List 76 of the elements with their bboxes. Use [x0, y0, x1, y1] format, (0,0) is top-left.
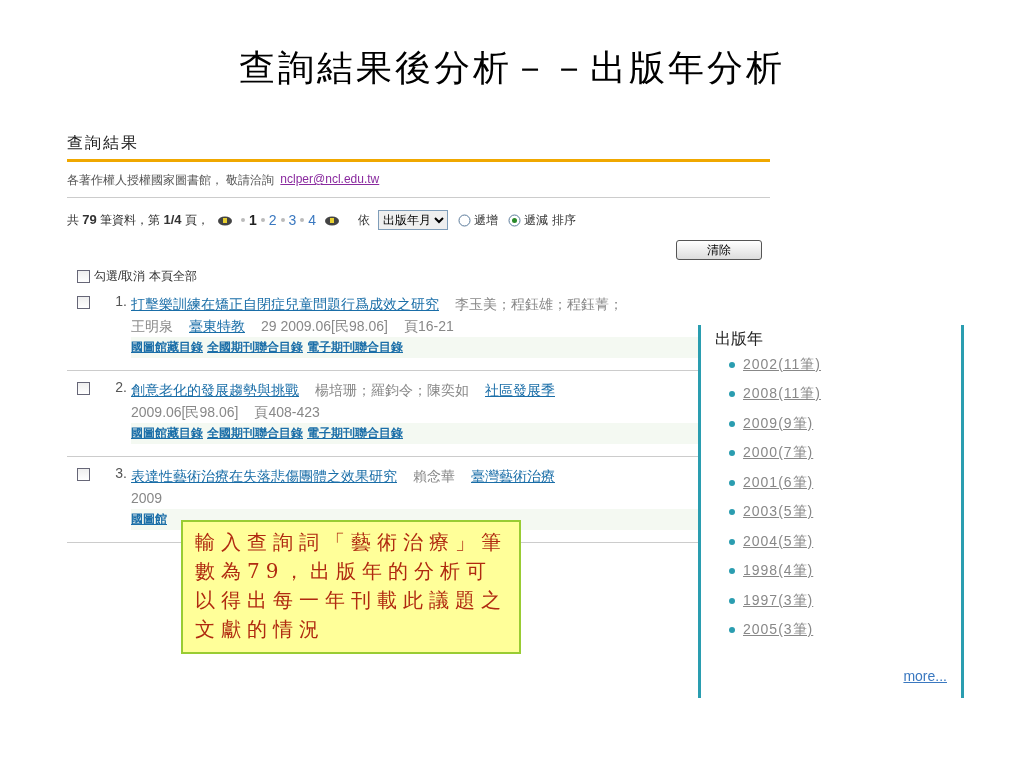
page-link[interactable]: 4: [308, 212, 317, 228]
page-link[interactable]: 1: [248, 212, 257, 228]
result-info: 賴念華: [413, 467, 455, 486]
facet-heading: 出版年: [715, 329, 764, 349]
sort-suffix: 排序: [552, 211, 577, 229]
result-info: 王明泉: [131, 317, 173, 336]
bullet-icon: [729, 361, 735, 368]
result-info: 29 2009.06[民98.06]: [261, 317, 388, 336]
checkbox[interactable]: [77, 296, 90, 309]
result-info: 頁16-21: [403, 317, 454, 336]
result-link[interactable]: 社區發展季: [485, 379, 555, 401]
catalog-link[interactable]: 國圖館藏目錄: [131, 339, 203, 356]
bullet-icon: [729, 391, 735, 398]
result-link[interactable]: 創意老化的發展趨勢與挑戰: [131, 379, 299, 401]
result-number: 1.: [114, 293, 127, 311]
select-all-label: 勾選/取消 本頁全部: [94, 268, 197, 285]
catalog-link[interactable]: 電子期刊聯合目錄: [307, 339, 403, 356]
year-link[interactable]: 2002(11筆): [743, 355, 821, 374]
bullet-icon: [729, 597, 735, 604]
page-link[interactable]: 3: [288, 212, 297, 228]
slide-title: 查詢結果後分析－－出版年分析: [238, 46, 786, 90]
radio-button[interactable]: [458, 213, 472, 227]
more-link[interactable]: more...: [903, 668, 947, 684]
result-link[interactable]: 臺灣藝術治療: [471, 465, 555, 487]
radio-label: 遞減: [524, 211, 549, 229]
dot-icon: [260, 218, 265, 222]
year-link[interactable]: 2004(5筆): [743, 532, 814, 551]
result-info: 楊培珊；羅鈞令；陳奕如: [315, 381, 469, 400]
checkbox[interactable]: [77, 270, 90, 283]
bullet-icon: [729, 450, 735, 457]
checkbox[interactable]: [77, 468, 90, 481]
dot-icon: [280, 218, 285, 222]
results-heading: 查詢結果: [67, 133, 770, 162]
dot-icon: [300, 218, 305, 222]
radio-button[interactable]: [508, 213, 522, 227]
year-link[interactable]: 2005(3筆): [743, 621, 814, 640]
bullet-icon: [729, 568, 735, 575]
page-nav-icon[interactable]: [324, 214, 341, 226]
catalog-link[interactable]: 國圖館: [131, 511, 167, 528]
summary-text: 共 79 筆資料，第 1/4 頁，: [67, 211, 209, 229]
year-link[interactable]: 2000(7筆): [743, 444, 814, 463]
result-info: 李玉美；程鈺雄；程鈺菁；: [455, 295, 623, 314]
bullet-icon: [729, 627, 735, 634]
year-link[interactable]: 2001(6筆): [743, 473, 814, 492]
result-link[interactable]: 臺東特教: [189, 315, 245, 337]
sort-label: 依: [358, 211, 371, 229]
result-info: 2009.06[民98.06]: [131, 403, 239, 422]
result-number: 2.: [114, 379, 127, 397]
callout-note: 輸入查詢詞「藝術治療」筆數為79，出版年的分析可以得出每一年刊載此議題之文獻的情況: [181, 520, 521, 654]
year-link[interactable]: 2008(11筆): [743, 385, 821, 404]
result-link[interactable]: 打擊樂訓練在矯正自閉症兒童問題行爲成效之研究: [131, 293, 439, 315]
result-link[interactable]: 表達性藝術治療在失落悲傷團體之效果研究: [131, 465, 397, 487]
year-link[interactable]: 2003(5筆): [743, 503, 814, 522]
result-info: 頁408-423: [254, 403, 320, 422]
year-link[interactable]: 2009(9筆): [743, 414, 814, 433]
email-link[interactable]: nclper@ncl.edu.tw: [280, 172, 380, 189]
year-link[interactable]: 1997(3筆): [743, 591, 814, 610]
bullet-icon: [729, 509, 735, 516]
page-nav-icon[interactable]: [216, 214, 233, 226]
bullet-icon: [729, 420, 735, 427]
notice-text: 各著作權人授權國家圖書館， 敬請洽詢: [67, 172, 275, 189]
bullet-icon: [729, 479, 735, 486]
checkbox[interactable]: [77, 382, 90, 395]
dot-icon: [240, 218, 245, 222]
year-link[interactable]: 1998(4筆): [743, 562, 814, 581]
catalog-link[interactable]: 國圖館藏目錄: [131, 425, 203, 442]
catalog-link[interactable]: 全國期刊聯合目錄: [207, 425, 303, 442]
radio-label: 遞增: [474, 211, 499, 229]
catalog-link[interactable]: 全國期刊聯合目錄: [207, 339, 303, 356]
sort-dropdown[interactable]: 出版年月: [378, 210, 449, 230]
clear-button[interactable]: 清除: [676, 240, 762, 260]
result-info: 2009: [131, 489, 163, 508]
catalog-link[interactable]: 電子期刊聯合目錄: [307, 425, 403, 442]
result-number: 3.: [114, 465, 127, 483]
bullet-icon: [729, 538, 735, 545]
page-link[interactable]: 2: [268, 212, 277, 228]
